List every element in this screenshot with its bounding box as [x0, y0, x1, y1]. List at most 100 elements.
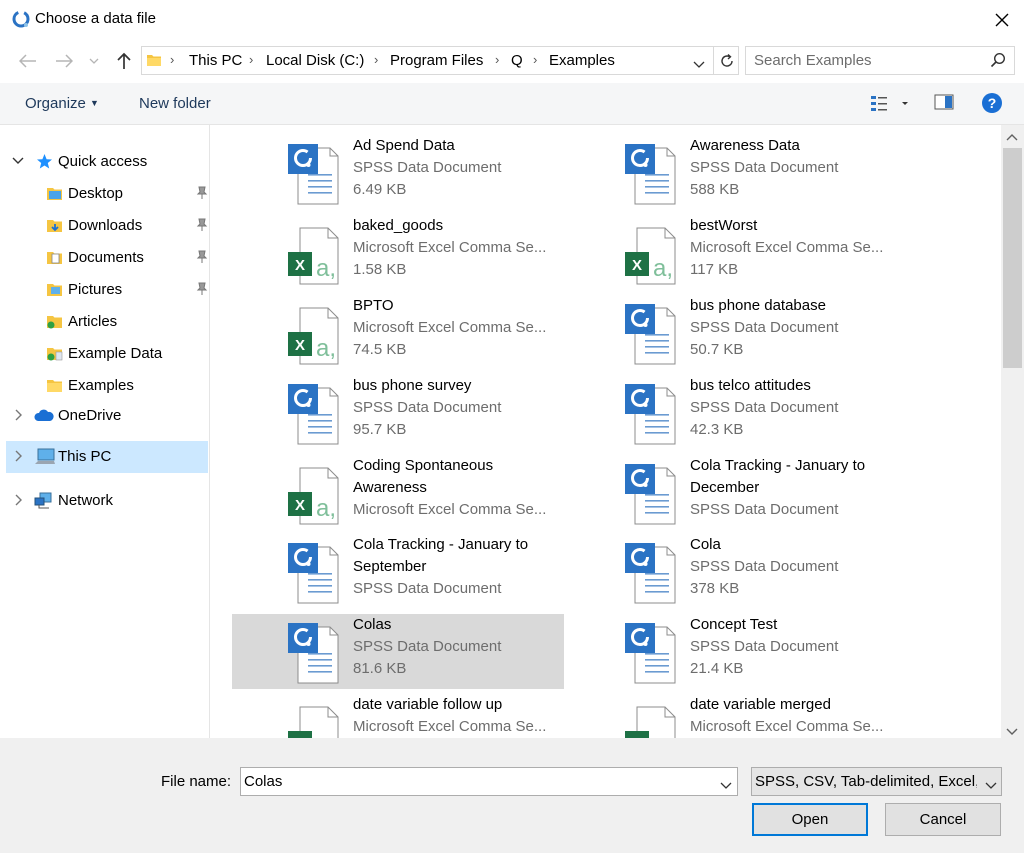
sidebar-item-desktop[interactable]: Desktop — [6, 178, 208, 210]
spss-file-icon — [623, 142, 679, 206]
file-item[interactable]: bus phone database SPSS Data Document 50.7… — [569, 295, 901, 370]
app-logo-icon — [11, 9, 31, 29]
sidebar-item-network[interactable]: Network — [6, 485, 208, 517]
file-name-value: Colas — [244, 773, 283, 790]
sidebar-item-label: Documents — [68, 249, 144, 266]
close-button[interactable] — [980, 0, 1024, 40]
svg-text:X: X — [632, 257, 642, 274]
view-options-icon — [871, 96, 908, 111]
up-button[interactable] — [110, 48, 138, 74]
arrow-right-icon — [56, 54, 73, 68]
breadcrumb-q[interactable]: Q — [511, 52, 523, 69]
new-folder-button[interactable]: New folder — [139, 95, 211, 112]
chevron-down-icon — [985, 777, 997, 794]
file-item[interactable]: bus telco attitudes SPSS Data Document 42.… — [569, 375, 901, 450]
cancel-button[interactable]: Cancel — [885, 803, 1001, 836]
sidebar-item-documents[interactable]: Documents — [6, 242, 208, 274]
chevron-down-icon — [12, 157, 24, 164]
organize-button[interactable]: Organize ▼ — [25, 95, 99, 112]
file-type: Microsoft Excel Comma Se... — [353, 501, 547, 518]
file-item[interactable]: Cola Tracking - January to December SPSS … — [569, 455, 901, 530]
file-details: Cola Tracking - January to December SPSS … — [690, 455, 895, 521]
recent-locations-button[interactable] — [84, 48, 104, 74]
sidebar-item-label: Downloads — [68, 217, 143, 234]
sidebar-item-example-data[interactable]: Example Data — [6, 338, 208, 370]
scrollbar-thumb[interactable] — [1003, 148, 1022, 368]
file-name: Awareness Data — [690, 137, 800, 154]
file-item[interactable]: X a, bestWorst Microsoft Excel Comma Se..… — [569, 215, 901, 290]
file-name: Cola — [690, 536, 721, 553]
arrow-up-icon — [117, 52, 131, 69]
file-size: 50.7 KB — [690, 341, 744, 358]
open-button[interactable]: Open — [752, 803, 868, 836]
preview-pane-icon — [934, 94, 954, 110]
spss-file-icon — [623, 382, 679, 446]
breadcrumb-separator: › — [495, 52, 500, 67]
file-name: Cola Tracking - January to September — [353, 536, 529, 575]
file-item[interactable]: X a, baked_goods Microsoft Excel Comma Se… — [232, 215, 564, 290]
spss-file-icon — [286, 142, 342, 206]
file-item[interactable]: Concept Test SPSS Data Document 21.4 KB — [569, 614, 901, 689]
scroll-up-icon[interactable] — [1006, 128, 1018, 145]
svg-text:?: ? — [988, 95, 997, 111]
refresh-icon — [720, 53, 733, 67]
sidebar-item-onedrive[interactable]: OneDrive — [6, 400, 208, 432]
file-name-input[interactable] — [240, 767, 738, 796]
spss-file-icon — [623, 302, 679, 366]
back-button[interactable] — [14, 48, 42, 74]
file-size: 21.4 KB — [690, 660, 744, 677]
file-item[interactable]: Cola Tracking - January to September SPSS… — [232, 534, 564, 609]
file-item[interactable]: bus phone survey SPSS Data Document 95.7 K… — [232, 375, 564, 450]
breadcrumb-local-disk[interactable]: Local Disk (C:) — [266, 52, 364, 69]
folder-icon — [47, 284, 62, 296]
file-item[interactable]: Ad Spend Data SPSS Data Document 6.49 KB — [232, 135, 564, 210]
file-details: Cola SPSS Data Document 378 KB — [690, 534, 895, 600]
file-name-dropdown-button[interactable] — [720, 777, 732, 794]
sidebar-item-examples[interactable]: Examples — [6, 370, 208, 402]
address-dropdown-button[interactable] — [693, 56, 705, 73]
arrow-left-icon — [19, 54, 36, 68]
spss-file-icon — [286, 541, 342, 605]
file-item[interactable]: Colas SPSS Data Document 81.6 KB — [232, 614, 564, 689]
computer-icon — [35, 448, 55, 464]
excel-csv-file-icon: X a, — [623, 222, 679, 286]
file-item[interactable]: X a, Coding Spontaneous Awareness Microso… — [232, 455, 564, 530]
breadcrumb-this-pc[interactable]: This PC — [189, 52, 242, 69]
file-name: bus telco attitudes — [690, 377, 811, 394]
breadcrumb-program-files[interactable]: Program Files — [390, 52, 483, 69]
forward-button[interactable] — [50, 48, 78, 74]
file-item[interactable]: X a, date variable follow up Microsoft Ex… — [232, 694, 564, 738]
refresh-button[interactable] — [713, 46, 739, 75]
file-item[interactable]: X a, BPTO Microsoft Excel Comma Se... 74.5… — [232, 295, 564, 370]
pin-icon — [196, 250, 208, 263]
change-view-button[interactable] — [869, 93, 909, 117]
sidebar-item-quick-access[interactable]: Quick access — [6, 146, 208, 178]
svg-text:X: X — [295, 497, 305, 514]
breadcrumb-examples[interactable]: Examples — [549, 52, 615, 69]
file-name-label: File name: — [161, 773, 232, 790]
sidebar-item-articles[interactable]: Articles — [6, 306, 208, 338]
file-name: bus phone database — [690, 297, 826, 314]
file-size: 6.49 KB — [353, 181, 407, 198]
file-name: Colas — [353, 616, 392, 633]
cloud-icon — [34, 409, 54, 421]
sidebar-item-pictures[interactable]: Pictures — [6, 274, 208, 306]
file-type: Microsoft Excel Comma Se... — [353, 239, 547, 256]
file-name: Concept Test — [690, 616, 778, 633]
sidebar-item-downloads[interactable]: Downloads — [6, 210, 208, 242]
folder-icon — [47, 380, 62, 392]
file-item[interactable]: Awareness Data SPSS Data Document 588 KB — [569, 135, 901, 210]
file-name: Ad Spend Data — [353, 137, 455, 154]
file-details: Colas SPSS Data Document 81.6 KB — [353, 614, 558, 680]
star-icon — [37, 154, 52, 169]
spss-file-icon — [286, 621, 342, 685]
file-list: Ad Spend Data SPSS Data Document 6.49 KB A… — [211, 125, 1001, 738]
file-details: Coding Spontaneous Awareness Microsoft Ex… — [353, 455, 558, 521]
help-button[interactable]: ? — [981, 92, 1003, 118]
preview-pane-button[interactable] — [934, 94, 954, 114]
file-type: SPSS Data Document — [690, 638, 839, 655]
file-size: 74.5 KB — [353, 341, 407, 358]
file-item[interactable]: X a, date variable merged Microsoft Excel… — [569, 694, 901, 738]
sidebar-item-this-pc[interactable]: This PC — [6, 441, 208, 473]
file-item[interactable]: Cola SPSS Data Document 378 KB — [569, 534, 901, 609]
